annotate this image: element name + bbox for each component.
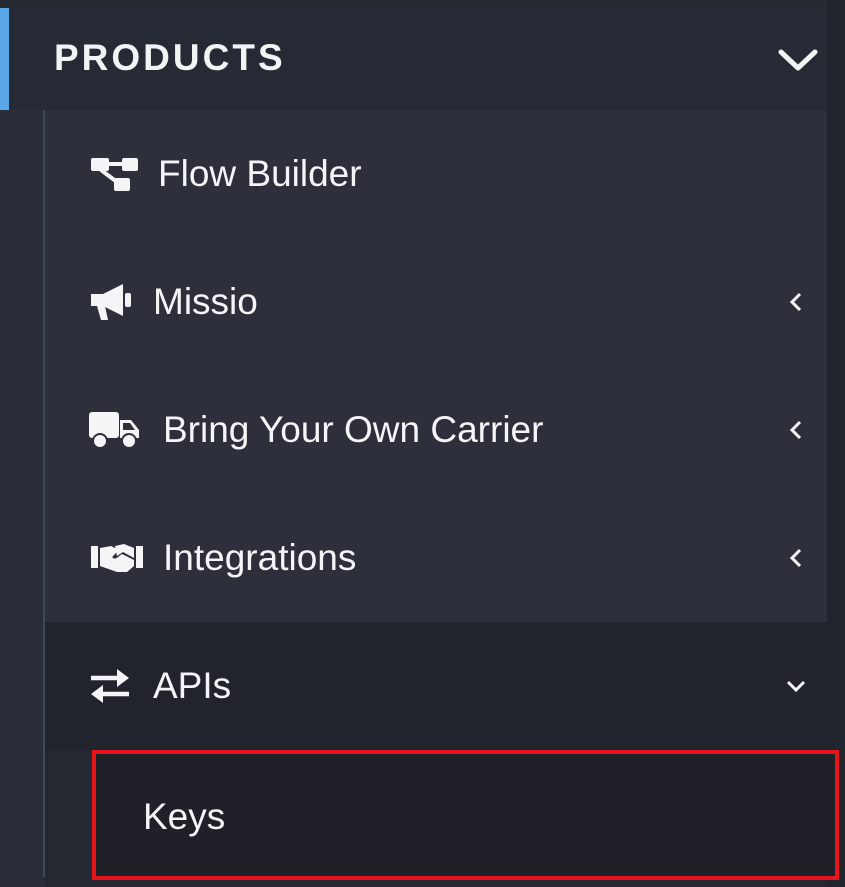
- sidebar: PRODUCTS Flow Builder Missio Bring Your …: [0, 0, 845, 887]
- menu-item-flow-builder[interactable]: Flow Builder: [45, 110, 827, 238]
- chevron-left-icon: [789, 548, 802, 568]
- chevron-left-icon: [789, 420, 802, 440]
- top-strip: [0, 0, 827, 8]
- sitemap-icon: [91, 158, 138, 191]
- products-section-header[interactable]: PRODUCTS: [0, 8, 827, 110]
- menu-item-label: Missio: [153, 281, 258, 322]
- megaphone-icon: [91, 284, 131, 320]
- menu-item-missio[interactable]: Missio: [45, 238, 827, 366]
- nav-gutter: [0, 110, 44, 887]
- chevron-left-icon: [789, 292, 802, 312]
- handshake-icon: [91, 544, 143, 572]
- menu-item-integrations[interactable]: Integrations: [45, 494, 827, 622]
- truck-icon: [89, 412, 139, 449]
- active-section-indicator: [0, 8, 9, 110]
- menu-item-label: Bring Your Own Carrier: [163, 409, 544, 450]
- menu-item-apis[interactable]: APIs: [45, 622, 827, 750]
- submenu-item-label: Keys: [143, 796, 226, 837]
- menu-item-bring-your-own-carrier[interactable]: Bring Your Own Carrier: [45, 366, 827, 494]
- products-menu: Flow Builder Missio Bring Your Own Carri…: [45, 110, 827, 750]
- menu-item-label: APIs: [153, 665, 232, 706]
- submenu-item-keys[interactable]: Keys: [92, 750, 839, 880]
- apis-submenu: Keys: [45, 750, 839, 887]
- menu-item-label: Integrations: [163, 537, 357, 578]
- chevron-down-icon[interactable]: [777, 46, 819, 74]
- menu-item-label: Flow Builder: [158, 153, 362, 194]
- exchange-arrows-icon: [91, 669, 129, 703]
- section-title: PRODUCTS: [54, 37, 286, 78]
- chevron-down-icon: [786, 680, 806, 693]
